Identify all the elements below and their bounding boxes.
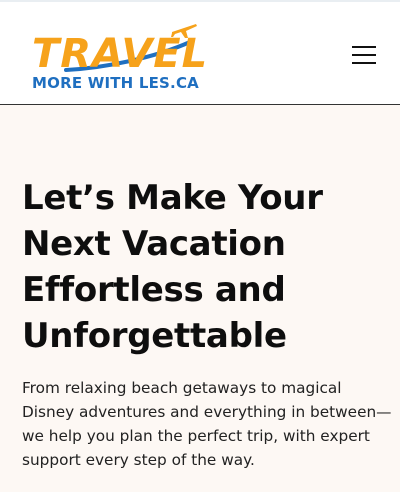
- menu-bar: [352, 62, 376, 64]
- menu-bar: [352, 46, 376, 48]
- hero-description: From relaxing beach getaways to magical …: [22, 376, 392, 472]
- hero-text-line: we help you plan the perfect trip, with …: [22, 427, 370, 445]
- hamburger-menu-icon[interactable]: [348, 40, 380, 70]
- hero-title-line: Let’s Make Your: [22, 178, 323, 218]
- hero-section: Let’s Make Your Next Vacation Effortless…: [0, 105, 400, 492]
- hero-title-line: Unforgettable: [22, 316, 287, 356]
- hero-text-line: Disney adventures and everything in betw…: [22, 403, 392, 421]
- menu-bar: [352, 54, 376, 56]
- hero-title-line: Next Vacation: [22, 224, 286, 264]
- logo-wordmark: TRAVEL: [32, 31, 209, 77]
- logo-tagline: MORE WITH LES.CA: [32, 74, 199, 92]
- site-logo[interactable]: TRAVEL MORE WITH LES.CA: [28, 16, 208, 96]
- hero-text-line: From relaxing beach getaways to magical: [22, 379, 342, 397]
- site-header: TRAVEL MORE WITH LES.CA: [0, 0, 400, 105]
- hero-title: Let’s Make Your Next Vacation Effortless…: [22, 175, 392, 359]
- hero-text-line: support every step of the way.: [22, 451, 255, 469]
- hero-title-line: Effortless and: [22, 270, 286, 310]
